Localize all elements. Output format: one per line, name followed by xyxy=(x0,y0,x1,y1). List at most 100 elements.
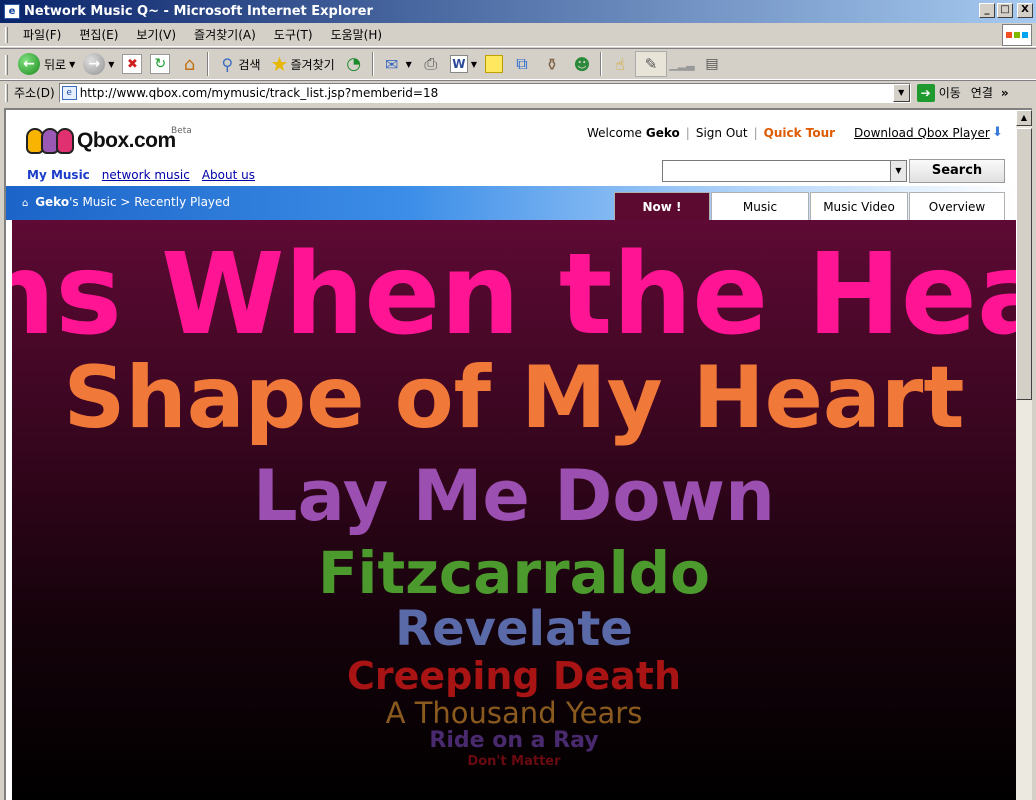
toolbar-extra-1[interactable]: ☝ xyxy=(605,51,635,77)
song-title[interactable]: Revelate xyxy=(12,602,1016,656)
nav-network-music[interactable]: network music xyxy=(102,168,190,182)
tab-now[interactable]: Now ! xyxy=(614,192,710,220)
menubar-grip[interactable] xyxy=(5,27,8,43)
qbox-logo[interactable]: Qbox.com Beta xyxy=(26,126,192,154)
document-icon: ▤ xyxy=(705,56,719,72)
ie-app-icon[interactable]: e xyxy=(4,4,20,19)
refresh-icon: ↻ xyxy=(150,54,171,74)
print-button[interactable]: ⎙ xyxy=(416,51,446,77)
address-url[interactable]: http://www.qbox.com/mymusic/track_list.j… xyxy=(80,86,439,100)
scroll-up-icon[interactable]: ▲ xyxy=(1016,110,1032,126)
home-button[interactable]: ⌂ xyxy=(174,51,204,77)
toolbar-extra-2[interactable]: ✎ xyxy=(634,51,667,77)
divider: | xyxy=(685,126,690,140)
addressbar-grip[interactable] xyxy=(5,84,8,102)
song-title[interactable]: Don't Matter xyxy=(12,754,1016,770)
word-edit-icon: W xyxy=(449,55,468,73)
refresh-button[interactable]: ↻ xyxy=(146,51,174,77)
toolbar-separator xyxy=(599,52,602,76)
stop-button[interactable]: ✖ xyxy=(118,51,146,77)
messenger-button[interactable]: ☻ xyxy=(567,51,597,77)
search-button[interactable]: Search xyxy=(909,159,1005,183)
download-player-link[interactable]: Download Qbox Player xyxy=(854,126,990,140)
menu-file[interactable]: 파일(F) xyxy=(14,26,70,43)
toolbar-grip[interactable] xyxy=(5,55,8,75)
back-label: 뒤로 xyxy=(44,57,67,72)
tab-overview[interactable]: Overview xyxy=(909,192,1005,220)
back-arrow-icon: ← xyxy=(18,53,40,75)
window-titlebar: e Network Music Q~ - Microsoft Internet … xyxy=(0,0,1036,23)
mail-button[interactable]: ✉ ▼ xyxy=(377,51,416,77)
links-label: 연결 xyxy=(970,86,993,100)
research-button[interactable]: ⚱ xyxy=(537,51,567,77)
address-dropdown-icon[interactable]: ▼ xyxy=(892,83,910,102)
chevron-right-icon[interactable]: » xyxy=(1001,86,1009,100)
hand-icon: ☝ xyxy=(615,54,625,74)
back-button[interactable]: ← 뒤로 ▼ xyxy=(14,51,79,77)
forward-dropdown-icon[interactable]: ▼ xyxy=(108,60,114,69)
song-title[interactable]: Creeping Death xyxy=(12,654,1016,698)
scroll-thumb[interactable] xyxy=(1016,128,1032,400)
forward-arrow-icon: → xyxy=(83,53,106,75)
breadcrumb-user[interactable]: Geko xyxy=(35,195,69,209)
window-controls: _ □ X xyxy=(979,3,1033,18)
favorites-button[interactable]: ★ 즐겨찾기 xyxy=(265,51,339,77)
home-icon: ⌂ xyxy=(183,53,196,75)
welcome-text: Welcome xyxy=(587,126,642,140)
logo-text: Qbox.com xyxy=(77,129,176,152)
toolbar-separator xyxy=(207,52,210,76)
close-button[interactable]: X xyxy=(1017,3,1033,18)
quick-tour-link[interactable]: Quick Tour xyxy=(764,126,835,140)
song-title[interactable]: Ride on a Ray xyxy=(12,728,1016,754)
nav-about-us[interactable]: About us xyxy=(202,168,255,182)
edit-dropdown-icon[interactable]: ▼ xyxy=(471,60,477,69)
song-title[interactable]: Fitzcarraldo xyxy=(12,540,1016,606)
links-toolbar[interactable]: 연결 » xyxy=(971,84,1009,101)
go-button[interactable]: ➔ 이동 xyxy=(916,83,961,102)
forward-button[interactable]: → ▼ xyxy=(79,51,118,77)
network-button[interactable]: ⧉ xyxy=(507,51,537,77)
address-input[interactable]: e http://www.qbox.com/mymusic/track_list… xyxy=(58,82,911,103)
favorites-star-icon: ★ xyxy=(270,52,289,76)
mail-dropdown-icon[interactable]: ▼ xyxy=(406,60,412,69)
menu-help[interactable]: 도움말(H) xyxy=(322,26,392,43)
username: Geko xyxy=(645,126,680,140)
history-button[interactable]: ◔ xyxy=(339,51,369,77)
song-title[interactable]: Shape of My Heart xyxy=(12,348,1016,448)
window-title: Network Music Q~ - Microsoft Internet Ex… xyxy=(24,4,373,19)
song-title[interactable]: ns When the Hea xyxy=(12,230,1016,360)
go-label: 이동 xyxy=(938,86,961,100)
standard-toolbar: ← 뒤로 ▼ → ▼ ✖ ↻ ⌂ ⚲ 검색 ★ 즐겨찾기 ◔ ✉ ▼ ⎙ W ▼… xyxy=(0,48,1036,80)
download-arrow-icon[interactable]: ⬇ xyxy=(992,125,1003,140)
home-small-icon[interactable]: ⌂ xyxy=(22,198,28,209)
toolbar-extra-3[interactable]: ▤ xyxy=(697,51,727,77)
maximize-button[interactable]: □ xyxy=(997,3,1013,18)
search-dropdown-icon[interactable]: ▼ xyxy=(890,160,907,182)
minimize-button[interactable]: _ xyxy=(979,3,995,18)
discuss-button[interactable] xyxy=(481,51,507,77)
back-dropdown-icon[interactable]: ▼ xyxy=(69,60,75,69)
signal-bars-icon: ▁▂▃ xyxy=(669,57,695,71)
menu-favorites[interactable]: 즐겨찾기(A) xyxy=(185,26,265,43)
logo-blob-pink xyxy=(56,128,74,154)
song-title[interactable]: A Thousand Years xyxy=(12,696,1016,730)
note-icon xyxy=(484,55,503,73)
tab-music[interactable]: Music xyxy=(711,192,809,220)
vertical-scrollbar[interactable]: ▲ xyxy=(1016,108,1032,800)
search-toolbar-button[interactable]: ⚲ 검색 xyxy=(212,51,264,77)
favorites-label: 즐겨찾기 xyxy=(290,57,335,72)
browser-viewport: Qbox.com Beta My Music network music Abo… xyxy=(4,108,1016,800)
menu-tools[interactable]: 도구(T) xyxy=(265,26,322,43)
search-input[interactable] xyxy=(662,160,892,182)
nav-my-music[interactable]: My Music xyxy=(27,168,90,182)
mail-icon: ✉ xyxy=(384,54,399,74)
beta-badge: Beta xyxy=(171,126,192,136)
song-title[interactable]: Lay Me Down xyxy=(12,456,1016,536)
edit-button[interactable]: W ▼ xyxy=(446,51,481,77)
sign-out-link[interactable]: Sign Out xyxy=(696,126,748,140)
menu-edit[interactable]: 편집(E) xyxy=(70,26,127,43)
tab-music-video[interactable]: Music Video xyxy=(810,192,908,220)
menu-view[interactable]: 보기(V) xyxy=(127,26,185,43)
breadcrumb: ⌂ Geko's Music > Recently Played xyxy=(22,195,230,209)
signal-indicator: ▁▂▃ xyxy=(667,51,697,77)
